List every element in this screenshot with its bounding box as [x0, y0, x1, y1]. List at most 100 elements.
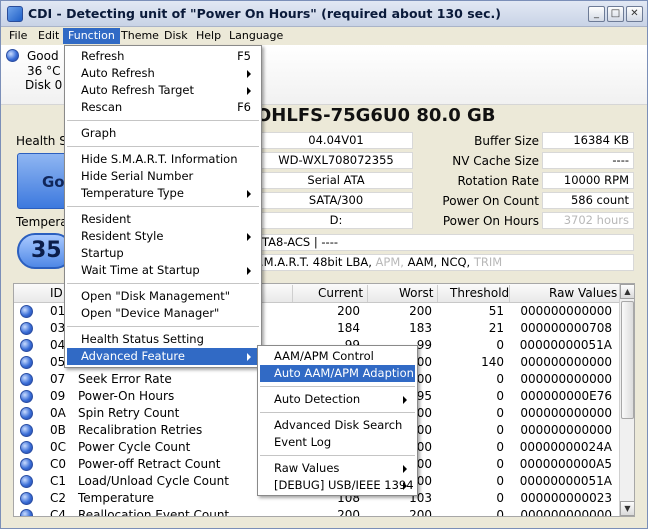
submenu-item-label: AAM/APM Control — [274, 349, 374, 363]
submenu-item-label: Raw Values — [274, 461, 340, 475]
menu-item-rescan[interactable]: Rescan F6 — [67, 99, 259, 116]
submenu-item-label: Auto Detection — [274, 392, 361, 406]
cell-id: C4 — [50, 508, 67, 517]
menu-item-hide-serial-number[interactable]: Hide Serial Number — [67, 168, 259, 185]
menu-item-label: Auto Refresh — [81, 66, 155, 80]
menu-bar: File Edit Function Theme Disk Help Langu… — [1, 27, 647, 45]
cell-current: 200 — [337, 304, 360, 318]
feature-ncq: NCQ, — [440, 255, 471, 269]
window-title: CDI - Detecting unit of "Power On Hours"… — [28, 6, 502, 21]
feature-aam: AAM, — [407, 255, 438, 269]
cell-raw-value: 00000000051A — [519, 338, 612, 352]
feature-apm: APM, — [375, 255, 404, 269]
submenu-item-auto-aam-apm-adaption[interactable]: Auto AAM/APM Adaption — [260, 365, 415, 382]
cell-threshold: 0 — [496, 338, 504, 352]
advanced-feature-submenu: AAM/APM Control Auto AAM/APM Adaption Auto… — [257, 345, 418, 496]
header-id[interactable]: ID — [50, 286, 63, 300]
power-on-hours-label: Power On Hours — [442, 214, 539, 228]
menu-item-graph[interactable]: Graph — [67, 125, 259, 142]
disk-temp[interactable]: 36 °C — [27, 64, 60, 78]
menu-edit[interactable]: Edit — [33, 28, 64, 44]
cell-threshold: 0 — [496, 474, 504, 488]
cell-current: 200 — [337, 508, 360, 517]
submenu-item-debug-usb-ieee-1394[interactable]: [DEBUG] USB/IEEE 1394 — [260, 477, 415, 494]
menu-item-open-disk-management[interactable]: Open "Disk Management" — [67, 288, 259, 305]
power-on-count-label: Power On Count — [442, 194, 539, 208]
cell-raw-value: 000000000000 — [520, 508, 612, 517]
menu-language[interactable]: Language — [224, 28, 288, 44]
submenu-item-label: Advanced Disk Search — [274, 418, 403, 432]
submenu-item-advanced-disk-search[interactable]: Advanced Disk Search — [260, 417, 415, 434]
submenu-item-auto-detection[interactable]: Auto Detection — [260, 391, 415, 408]
disk-health-word[interactable]: Good — [27, 49, 59, 63]
header-current[interactable]: Current — [318, 286, 363, 300]
menu-separator — [260, 412, 415, 413]
menu-function[interactable]: Function — [63, 28, 120, 44]
menu-item-temperature-type[interactable]: Temperature Type — [67, 185, 259, 202]
menu-item-resident-style[interactable]: Resident Style — [67, 228, 259, 245]
function-menu: Refresh F5 Auto Refresh Auto Refresh Target… — [64, 45, 262, 368]
scroll-down-icon[interactable]: ▼ — [620, 501, 634, 516]
status-dot-icon — [20, 424, 33, 437]
cell-threshold: 51 — [488, 304, 504, 318]
submenu-item-raw-values[interactable]: Raw Values — [260, 460, 415, 477]
scroll-up-icon[interactable]: ▲ — [620, 284, 634, 299]
submenu-item-aam-apm-control[interactable]: AAM/APM Control — [260, 348, 415, 365]
header-raw-values[interactable]: Raw Values — [549, 286, 617, 300]
maximize-button[interactable]: □ — [607, 6, 624, 22]
menu-theme[interactable]: Theme — [116, 28, 164, 44]
cell-id: 0B — [50, 423, 66, 437]
status-dot-icon — [20, 356, 33, 369]
cell-threshold: 0 — [496, 372, 504, 386]
status-dot-icon — [20, 339, 33, 352]
features-prefix: .M.A.R.T. 48bit LBA, — [260, 255, 372, 269]
menu-item-advanced-feature[interactable]: Advanced Feature — [67, 348, 259, 365]
menu-item-label: Open "Disk Management" — [81, 289, 231, 303]
menu-help[interactable]: Help — [191, 28, 226, 44]
submenu-arrow-icon — [247, 233, 251, 241]
submenu-arrow-icon — [247, 267, 251, 275]
header-worst[interactable]: Worst — [399, 286, 433, 300]
menu-item-auto-refresh-target[interactable]: Auto Refresh Target — [67, 82, 259, 99]
menu-file[interactable]: File — [4, 28, 32, 44]
menu-separator — [67, 206, 259, 207]
menu-item-wait-time-at-startup[interactable]: Wait Time at Startup — [67, 262, 259, 279]
header-threshold[interactable]: Threshold — [450, 286, 509, 300]
column-divider[interactable] — [437, 285, 438, 302]
menu-item-health-status-setting[interactable]: Health Status Setting — [67, 331, 259, 348]
cell-raw-value: 000000000000 — [520, 372, 612, 386]
cell-attribute-name: Power Cycle Count — [78, 440, 191, 454]
minimize-button[interactable]: _ — [588, 6, 605, 22]
status-dot-icon — [20, 373, 33, 386]
column-divider[interactable] — [509, 285, 510, 302]
status-dot-icon — [20, 492, 33, 505]
buffer-size-label: Buffer Size — [474, 134, 539, 148]
drive-letter-field: D: — [259, 212, 413, 229]
menu-item-startup[interactable]: Startup — [67, 245, 259, 262]
column-divider[interactable] — [292, 285, 293, 302]
menu-item-open-device-manager[interactable]: Open "Device Manager" — [67, 305, 259, 322]
temperature-label: Tempera — [16, 215, 68, 229]
menu-item-auto-refresh[interactable]: Auto Refresh — [67, 65, 259, 82]
menu-item-label: Temperature Type — [81, 186, 184, 200]
menu-item-refresh[interactable]: Refresh F5 — [67, 48, 259, 65]
cell-raw-value: 00000000051A — [519, 474, 612, 488]
close-button[interactable]: ✕ — [626, 6, 643, 22]
buffer-size-value: 16384 KB — [542, 132, 634, 149]
submenu-item-label: Auto AAM/APM Adaption — [274, 366, 414, 380]
menu-item-resident[interactable]: Resident — [67, 211, 259, 228]
column-divider[interactable] — [367, 285, 368, 302]
status-dot-icon — [6, 49, 19, 62]
menu-item-label: Hide Serial Number — [81, 169, 194, 183]
nv-cache-value: ---- — [542, 152, 634, 169]
scroll-thumb[interactable] — [621, 301, 634, 419]
menu-disk[interactable]: Disk — [159, 28, 193, 44]
cell-threshold: 0 — [496, 491, 504, 505]
table-row[interactable]: C4 Reallocation Event Count 200 200 0 0000000… — [14, 507, 620, 517]
table-scrollbar[interactable]: ▲ ▼ — [619, 284, 634, 516]
disk-label[interactable]: Disk 0 — [25, 78, 62, 92]
submenu-item-label: Event Log — [274, 435, 332, 449]
menu-item-label: Startup — [81, 246, 124, 260]
submenu-item-event-log[interactable]: Event Log — [260, 434, 415, 451]
menu-item-hide-s-m-a-r-t-information[interactable]: Hide S.M.A.R.T. Information — [67, 151, 259, 168]
